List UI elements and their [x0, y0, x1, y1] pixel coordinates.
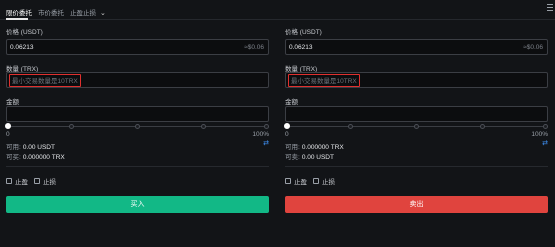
price-label: 价格 (USDT) — [6, 29, 43, 36]
buy-amount-input[interactable] — [6, 106, 269, 122]
active-tab-indicator — [6, 18, 28, 20]
sell-button[interactable]: 卖出 — [285, 196, 548, 213]
buy-slider-step-75[interactable] — [201, 124, 206, 129]
buy-buyable: 可买: 0.000000 TRX — [6, 151, 65, 161]
sell-slider-step-100[interactable] — [543, 124, 548, 129]
sell-price-input[interactable]: 0.06213 ≈$0.06 — [285, 39, 548, 55]
tab-stop-order-label: 止盈止损 — [70, 10, 96, 17]
buy-price-value: 0.06213 — [10, 44, 34, 51]
divider — [285, 166, 548, 167]
buy-quantity-input[interactable]: 最小交易数量是10TRX — [6, 72, 269, 88]
swap-icon[interactable]: ⇄ — [263, 139, 269, 147]
buy-slider-step-50[interactable] — [135, 124, 140, 129]
sell-slider-min-label: 0 — [285, 131, 289, 138]
buy-button[interactable]: 买入 — [6, 196, 269, 213]
buy-slider-handle[interactable] — [5, 123, 11, 129]
sell-slider-handle[interactable] — [284, 123, 290, 129]
sell-stop-loss-label: 止损 — [322, 179, 335, 186]
sell-take-profit-checkbox[interactable]: 止盈 — [285, 176, 307, 186]
sell-price-value: 0.06213 — [289, 44, 313, 51]
sell-quantity-input[interactable]: 最小交易数量是10TRX — [285, 72, 548, 88]
menu-icon[interactable] — [547, 4, 553, 13]
buy-stop-loss-checkbox[interactable]: 止损 — [34, 176, 56, 186]
buy-available: 可用: 0.00 USDT — [6, 141, 55, 151]
checkbox-icon — [6, 178, 12, 184]
amount-label: 金额 — [6, 99, 19, 106]
amount-label: 金额 — [285, 99, 298, 106]
checkbox-icon — [313, 178, 319, 184]
sell-price-estimate: ≈$0.06 — [523, 44, 543, 51]
buy-price-estimate: ≈$0.06 — [244, 44, 264, 51]
buy-panel: 价格 (USDT) 0.06213 ≈$0.06 数量 (TRX) 最小交易数量… — [5, 26, 269, 247]
buy-quantity-placeholder: 最小交易数量是10TRX — [9, 74, 81, 87]
checkbox-icon — [34, 178, 40, 184]
sell-sellable-label: 可卖: — [285, 154, 300, 161]
checkbox-icon — [285, 178, 291, 184]
buy-buyable-label: 可买: — [6, 154, 21, 161]
sell-sellable-value: 0.00 USDT — [301, 154, 334, 161]
sell-panel: 价格 (USDT) 0.06213 ≈$0.06 数量 (TRX) 最小交易数量… — [284, 26, 548, 247]
sell-slider-max-label: 100% — [531, 131, 548, 138]
buy-slider-step-100[interactable] — [264, 124, 269, 129]
tab-limit-order[interactable]: 限价委托 — [6, 7, 32, 17]
tab-stop-order[interactable]: 止盈止损 ⌄ — [70, 7, 106, 17]
buy-slider-max-label: 100% — [252, 131, 269, 138]
buy-slider-min-label: 0 — [6, 131, 10, 138]
swap-icon[interactable]: ⇄ — [542, 139, 548, 147]
buy-stop-loss-label: 止损 — [43, 179, 56, 186]
buy-price-input[interactable]: 0.06213 ≈$0.06 — [6, 39, 269, 55]
sell-slider-step-50[interactable] — [414, 124, 419, 129]
sell-slider-step-75[interactable] — [480, 124, 485, 129]
chevron-down-icon: ⌄ — [100, 10, 106, 17]
order-type-tabs: 限价委托 市价委托 止盈止损 ⌄ — [0, 0, 555, 20]
sell-available: 可用: 0.000000 TRX — [285, 141, 344, 151]
buy-take-profit-label: 止盈 — [15, 179, 28, 186]
buy-available-value: 0.00 USDT — [22, 144, 55, 151]
sell-take-profit-label: 止盈 — [294, 179, 307, 186]
sell-amount-input[interactable] — [285, 106, 548, 122]
sell-stop-loss-checkbox[interactable]: 止损 — [313, 176, 335, 186]
divider — [6, 166, 269, 167]
tab-market-order[interactable]: 市价委托 — [38, 7, 64, 17]
sell-available-value: 0.000000 TRX — [301, 144, 344, 151]
price-label: 价格 (USDT) — [285, 29, 322, 36]
sell-slider-step-25[interactable] — [348, 124, 353, 129]
buy-take-profit-checkbox[interactable]: 止盈 — [6, 176, 28, 186]
buy-available-label: 可用: — [6, 144, 21, 151]
sell-quantity-placeholder: 最小交易数量是10TRX — [288, 74, 360, 87]
sell-available-label: 可用: — [285, 144, 300, 151]
buy-buyable-value: 0.000000 TRX — [22, 154, 65, 161]
sell-sellable: 可卖: 0.00 USDT — [285, 151, 334, 161]
buy-slider-step-25[interactable] — [69, 124, 74, 129]
